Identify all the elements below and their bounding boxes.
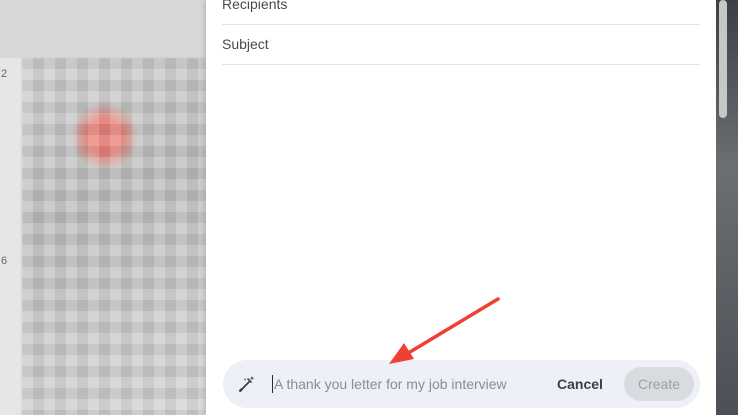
text-caret [272, 375, 273, 393]
subject-label: Subject [222, 36, 269, 52]
create-button[interactable]: Create [624, 367, 694, 401]
recipients-field[interactable]: Recipients [222, 0, 700, 25]
prompt-input[interactable] [274, 372, 524, 396]
list-mark: 6 [1, 255, 8, 267]
scrollbar-thumb[interactable] [719, 0, 727, 118]
cancel-button[interactable]: Cancel [545, 368, 615, 400]
background-list-strip: 2 6 [0, 58, 23, 415]
list-mark: 2 [1, 68, 8, 80]
pixelated-overlay [22, 58, 206, 415]
help-me-write-bar: Cancel Create [223, 360, 700, 408]
recipients-label: Recipients [222, 0, 288, 12]
pen-sparkle-icon [239, 376, 255, 392]
subject-field[interactable]: Subject [222, 24, 700, 65]
